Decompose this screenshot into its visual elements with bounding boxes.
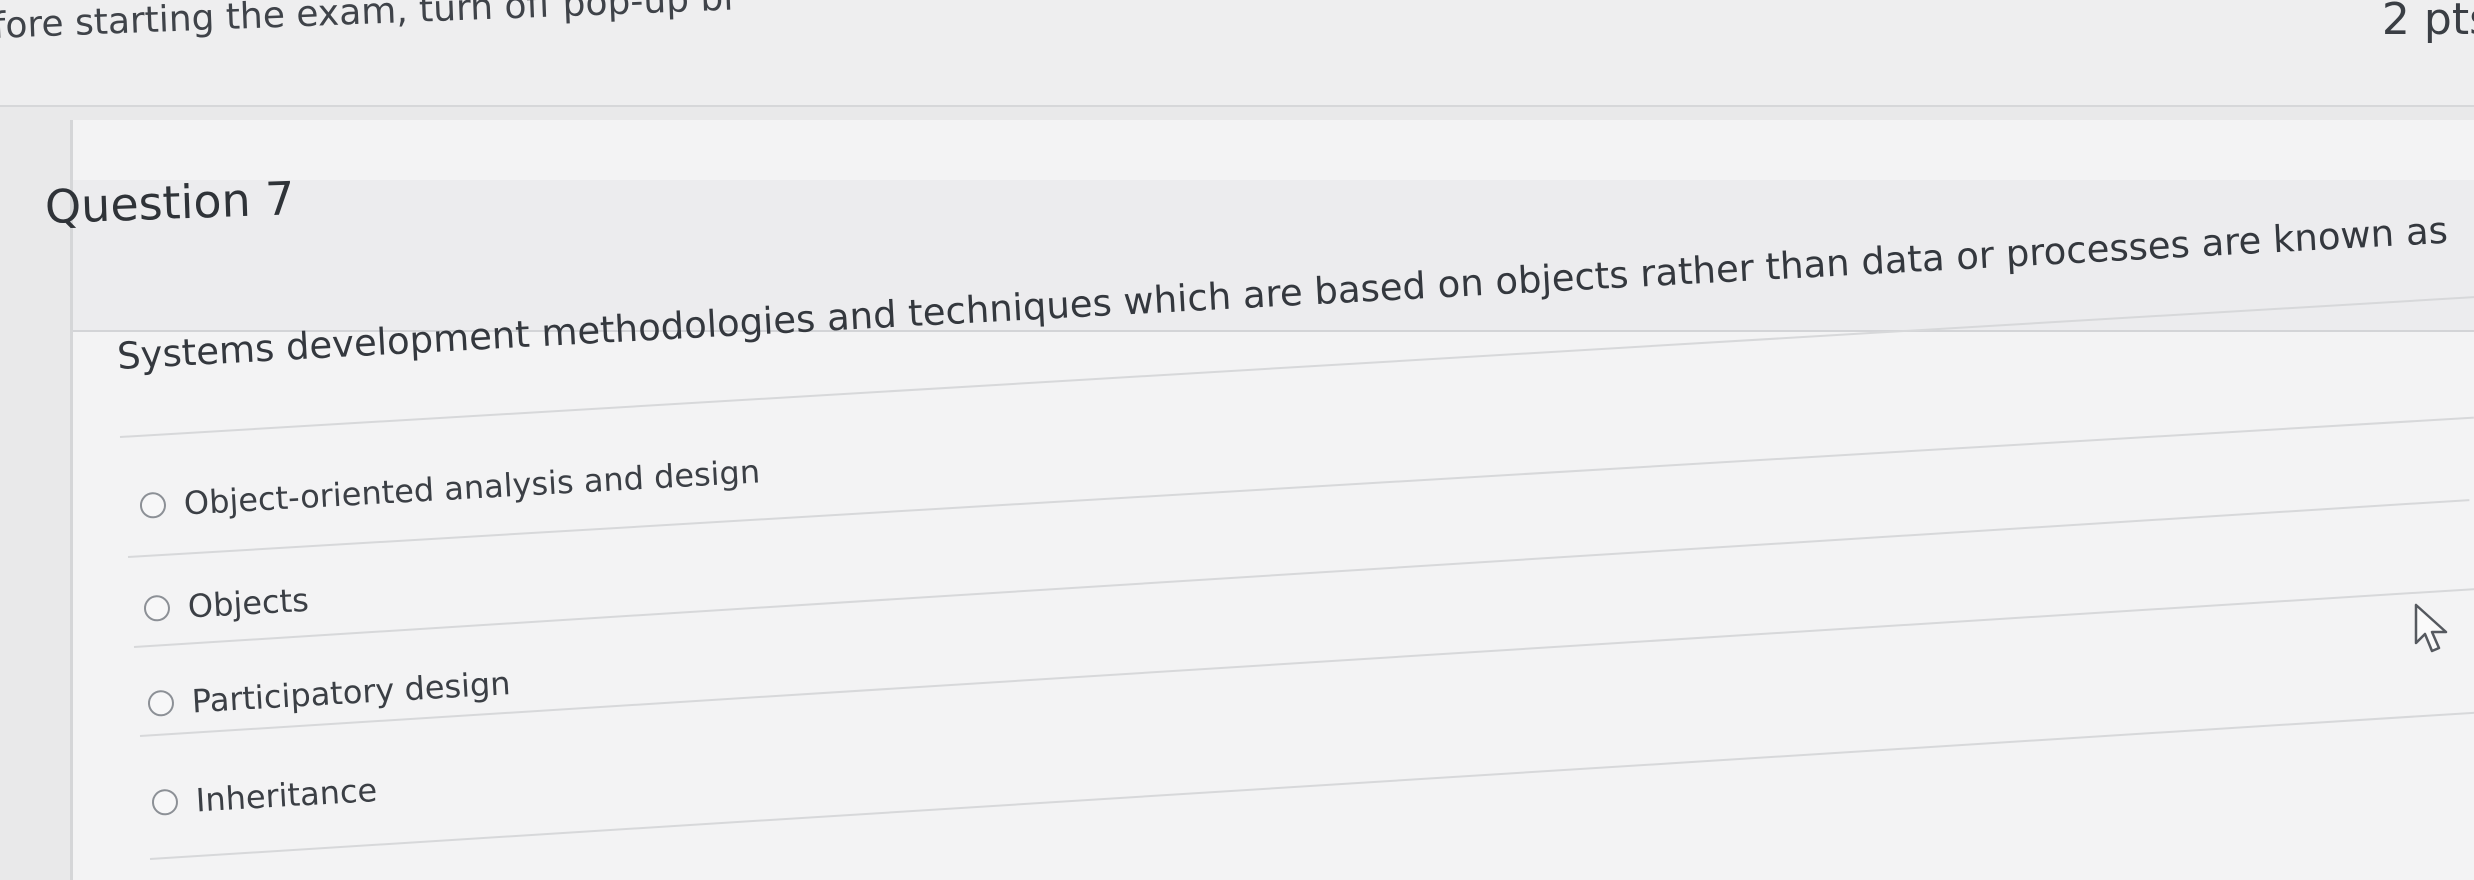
answer-option-2[interactable]: Objects [143, 581, 310, 628]
answer-list: Object-oriented analysis and design Obje… [0, 0, 2474, 866]
radio-button-icon[interactable] [151, 788, 179, 816]
answer-label: Objects [186, 580, 310, 626]
answer-option-1[interactable]: Object-oriented analysis and design [139, 452, 761, 525]
radio-button-icon[interactable] [143, 594, 171, 622]
answer-label: Inheritance [194, 771, 379, 820]
divider [139, 588, 2474, 737]
answer-option-4[interactable]: Inheritance [151, 771, 378, 822]
answer-label: Object-oriented analysis and design [182, 452, 762, 523]
mouse-pointer-icon [2414, 603, 2448, 653]
radio-button-icon[interactable] [139, 491, 167, 519]
divider [149, 711, 2474, 860]
answer-label: Participatory design [190, 664, 512, 721]
divider [133, 499, 2470, 648]
radio-button-icon[interactable] [147, 689, 175, 717]
divider [119, 296, 2474, 438]
